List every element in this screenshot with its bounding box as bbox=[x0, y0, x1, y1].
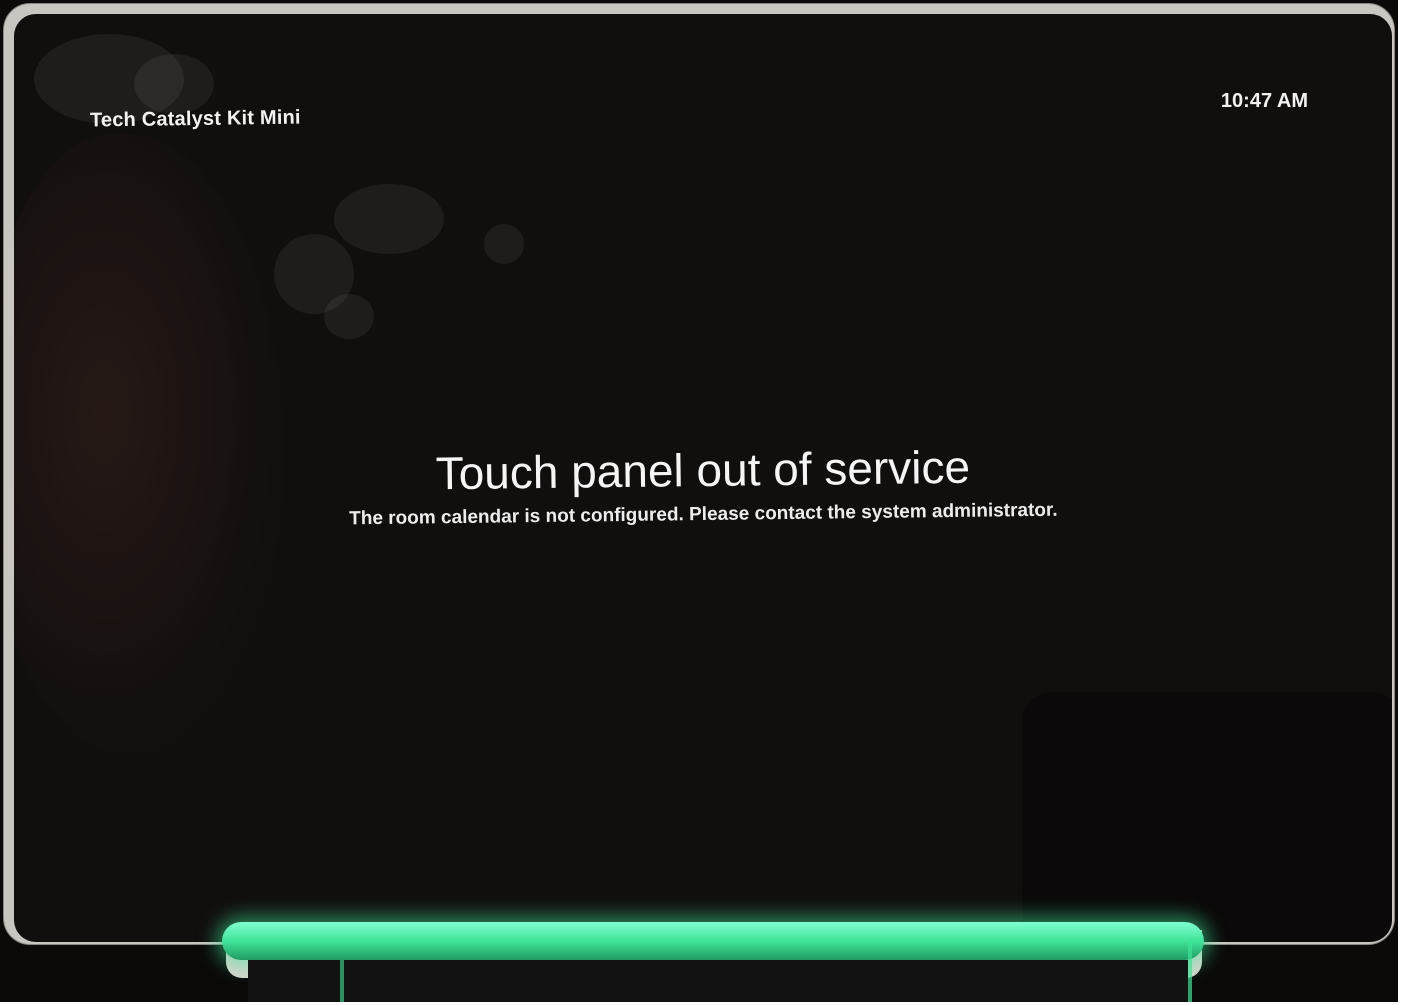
image-border-right bbox=[1398, 0, 1406, 1005]
led-glow-right bbox=[1188, 940, 1192, 1005]
wallpaper-bubble bbox=[134, 54, 214, 114]
hand-reflection bbox=[14, 134, 284, 754]
glare-reflection bbox=[1022, 692, 1392, 942]
device-name-label: Tech Catalyst Kit Mini bbox=[89, 106, 301, 132]
out-of-service-message: Touch panel out of service The room cale… bbox=[14, 434, 1392, 535]
wallpaper-bubble bbox=[324, 294, 374, 339]
clock: 10:47 AM bbox=[1220, 90, 1308, 112]
touch-panel-screen: Tech Catalyst Kit Mini 10:47 AM Touch pa… bbox=[14, 14, 1392, 942]
wallpaper-bubble bbox=[484, 224, 524, 264]
photo-scene: Tech Catalyst Kit Mini 10:47 AM Touch pa… bbox=[0, 0, 1406, 1005]
touch-panel-device: Tech Catalyst Kit Mini 10:47 AM Touch pa… bbox=[4, 4, 1394, 944]
led-glow-left bbox=[340, 960, 344, 1005]
stand-base bbox=[248, 960, 1188, 1005]
wallpaper-bubble bbox=[334, 184, 444, 254]
status-led-bar bbox=[222, 922, 1204, 960]
